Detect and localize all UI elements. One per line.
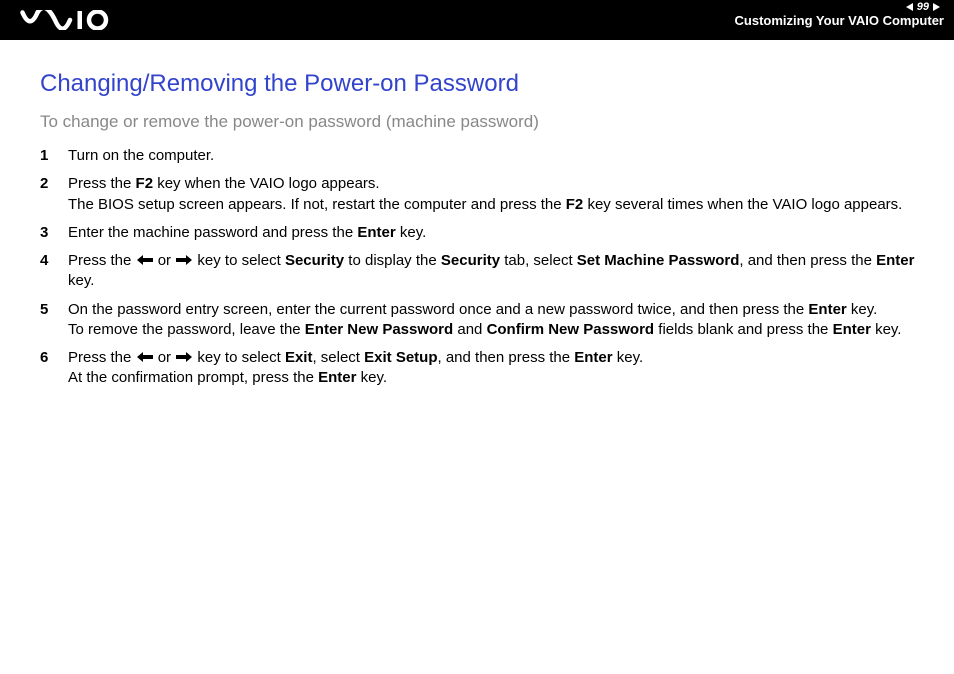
step-text: Enter the machine password and press the…: [68, 223, 924, 243]
step-number: 6: [40, 348, 68, 389]
step-number: 5: [40, 300, 68, 341]
right-arrow-icon: [176, 251, 192, 271]
vaio-logo-svg: [20, 10, 110, 30]
step-text: Turn on the computer.: [68, 146, 924, 166]
step-number: 2: [40, 174, 68, 215]
next-page-arrow-icon[interactable]: [933, 3, 940, 11]
prev-page-arrow-icon[interactable]: [906, 3, 913, 11]
page-content: Changing/Removing the Power-on Password …: [0, 40, 954, 389]
step-item: 3Enter the machine password and press th…: [40, 223, 924, 243]
step-item: 4Press the or key to select Security to …: [40, 251, 924, 292]
step-text: Press the F2 key when the VAIO logo appe…: [68, 174, 924, 215]
step-number: 4: [40, 251, 68, 292]
page-header: Customizing Your VAIO Computer: [0, 0, 954, 40]
step-item: 6Press the or key to select Exit, select…: [40, 348, 924, 389]
step-text: Press the or key to select Exit, select …: [68, 348, 924, 389]
left-arrow-icon: [137, 348, 153, 368]
main-heading: Changing/Removing the Power-on Password: [40, 70, 924, 98]
vaio-logo: [20, 10, 110, 30]
steps-list: 1Turn on the computer.2Press the F2 key …: [40, 146, 924, 389]
step-item: 2Press the F2 key when the VAIO logo app…: [40, 174, 924, 215]
step-number: 1: [40, 146, 68, 166]
page-number: 99: [917, 0, 929, 15]
page-nav: 99: [900, 0, 946, 16]
right-arrow-icon: [176, 348, 192, 368]
step-item: 1Turn on the computer.: [40, 146, 924, 166]
step-number: 3: [40, 223, 68, 243]
left-arrow-icon: [137, 251, 153, 271]
step-text: On the password entry screen, enter the …: [68, 300, 924, 341]
step-item: 5On the password entry screen, enter the…: [40, 300, 924, 341]
step-text: Press the or key to select Security to d…: [68, 251, 924, 292]
sub-heading: To change or remove the power-on passwor…: [40, 112, 924, 132]
